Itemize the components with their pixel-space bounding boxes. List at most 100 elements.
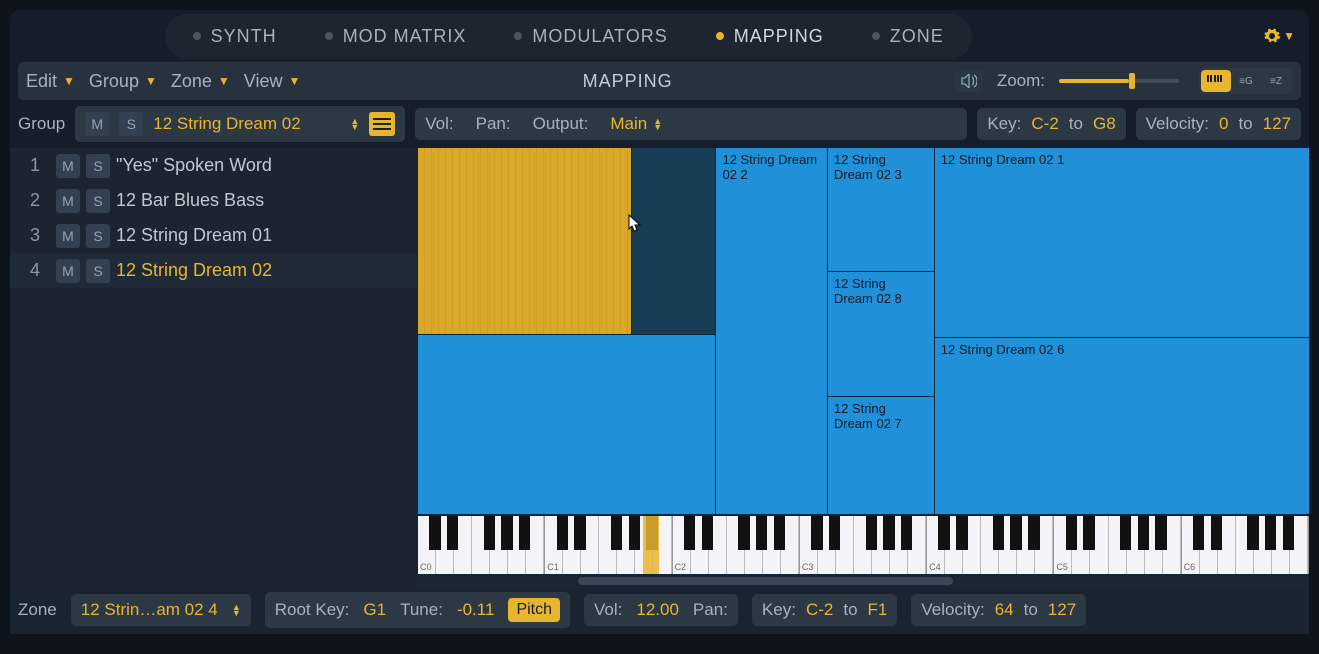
group-solo-button[interactable]: S	[86, 224, 110, 248]
zone-pitch-card: Root Key: G1 Tune: -0.11 Pitch	[265, 592, 570, 628]
octave-label: C1	[547, 562, 559, 572]
zvol-value[interactable]: 12.00	[636, 600, 679, 620]
octave-label: C5	[1056, 562, 1068, 572]
zkey-high[interactable]: F1	[868, 600, 888, 620]
key-low[interactable]: C-2	[1031, 114, 1058, 134]
output-selector[interactable]: Main▲▼	[610, 114, 662, 134]
mapping-editor[interactable]: 12 String Dream 02 2 12 String Dream 02 3…	[418, 148, 1309, 586]
zone-block-label: 12 String Dream 02 8	[834, 276, 902, 306]
stepper-icon[interactable]: ▲▼	[232, 604, 241, 616]
octave[interactable]: C6	[1182, 516, 1309, 574]
tab-mod-matrix[interactable]: MOD MATRIX	[301, 18, 491, 55]
vel-high[interactable]: 127	[1263, 114, 1291, 134]
group-solo-button[interactable]: S	[86, 189, 110, 213]
zvel-high[interactable]: 127	[1048, 600, 1076, 620]
group-mute-button[interactable]: M	[56, 189, 80, 213]
zone-block-label: 12 String Dream 02 6	[941, 342, 1065, 357]
tab-label: MAPPING	[734, 26, 824, 47]
rootkey-value[interactable]: G1	[363, 600, 386, 620]
group-mute-button[interactable]: M	[56, 154, 80, 178]
tune-label: Tune:	[400, 600, 443, 620]
tab-dot-icon	[716, 32, 724, 40]
mapping-toolbar: Edit▼ Group▼ Zone▼ View▼ MAPPING Zoom: ≡…	[18, 62, 1301, 100]
zone-map[interactable]: 12 String Dream 02 2 12 String Dream 02 3…	[418, 148, 1309, 514]
zone-menu[interactable]: Zone▼	[171, 71, 230, 92]
group-solo-button[interactable]: S	[119, 112, 143, 136]
zvel-low[interactable]: 64	[995, 600, 1014, 620]
tune-value[interactable]: -0.11	[457, 600, 495, 620]
view-menu[interactable]: View▼	[244, 71, 301, 92]
group-list-view-button[interactable]: ≡G	[1231, 70, 1261, 92]
speaker-icon	[961, 74, 977, 88]
vel-low[interactable]: 0	[1219, 114, 1228, 134]
audition-button[interactable]	[955, 70, 983, 92]
zkey-label: Key:	[762, 600, 796, 620]
zone-block[interactable]: 12 String Dream 02 6	[935, 338, 1309, 514]
keyboard-view-button[interactable]	[1201, 70, 1231, 92]
zone-block[interactable]	[418, 148, 632, 335]
h-scrollbar[interactable]	[418, 576, 1309, 586]
vol-label[interactable]: Vol:	[425, 114, 453, 134]
zone-block[interactable]	[418, 335, 716, 514]
octave-label: C6	[1184, 562, 1196, 572]
zone-block[interactable]: 12 String Dream 02 1	[935, 148, 1309, 338]
panel-title: MAPPING	[314, 71, 940, 92]
group-solo-button[interactable]: S	[86, 154, 110, 178]
octave-label: C3	[802, 562, 814, 572]
zone-block-label: 12 String Dream 02 2	[722, 152, 817, 182]
group-row[interactable]: 4MS 12 String Dream 02	[10, 253, 418, 288]
zone-selector[interactable]: 12 Strin…am 02 4 ▲▼	[71, 594, 251, 626]
octave[interactable]: C2	[673, 516, 800, 574]
group-solo-button[interactable]: S	[86, 259, 110, 283]
group-row-name: 12 String Dream 02	[116, 260, 408, 281]
edit-menu[interactable]: Edit▼	[26, 71, 75, 92]
view-mode-switch: ≡G ≡Z	[1199, 68, 1293, 94]
group-list-icon[interactable]	[369, 112, 395, 136]
zone-list-view-button[interactable]: ≡Z	[1261, 70, 1291, 92]
zpan-label[interactable]: Pan:	[693, 600, 728, 620]
zone-block[interactable]	[632, 148, 717, 335]
group-mute-button[interactable]: M	[85, 112, 109, 136]
octave[interactable]: C0	[418, 516, 545, 574]
zkey-low[interactable]: C-2	[806, 600, 833, 620]
keyboard-ruler[interactable]: C0C1 C2C3 C4 C5 C6	[418, 516, 1309, 574]
group-mix-card: Vol: Pan: Output: Main▲▼	[415, 108, 967, 140]
main-area: 1MS"Yes" Spoken Word2MS12 Bar Blues Bass…	[10, 148, 1309, 586]
group-menu[interactable]: Group▼	[89, 71, 157, 92]
settings-menu[interactable]: ▼	[1263, 27, 1295, 45]
top-tabbar: SYNTHMOD MATRIXMODULATORS MAPPING ZONE ▼	[10, 10, 1309, 62]
group-row-name: "Yes" Spoken Word	[116, 155, 408, 176]
tab-synth[interactable]: SYNTH	[169, 18, 301, 55]
group-mute-button[interactable]: M	[56, 259, 80, 283]
group-row-name: 12 Bar Blues Bass	[116, 190, 408, 211]
pan-label[interactable]: Pan:	[476, 114, 511, 134]
group-selector[interactable]: M S 12 String Dream 02 ▲▼	[75, 106, 405, 142]
group-mute-button[interactable]: M	[56, 224, 80, 248]
tab-mapping[interactable]: MAPPING	[692, 18, 848, 55]
octave-label: C4	[929, 562, 941, 572]
zone-block-label: 12 String Dream 02 1	[941, 152, 1065, 167]
zvol-label: Vol:	[594, 600, 622, 620]
rootkey-highlight	[643, 516, 659, 574]
tab-zone[interactable]: ZONE	[848, 18, 968, 55]
zone-block[interactable]: 12 String Dream 02 2	[716, 148, 827, 514]
group-row[interactable]: 3MS12 String Dream 01	[10, 218, 418, 253]
group-row[interactable]: 1MS"Yes" Spoken Word	[10, 148, 418, 183]
pitch-button[interactable]: Pitch	[508, 598, 560, 622]
group-param-bar: Group M S 12 String Dream 02 ▲▼ Vol: Pan…	[10, 100, 1309, 148]
group-row[interactable]: 2MS12 Bar Blues Bass	[10, 183, 418, 218]
key-high[interactable]: G8	[1093, 114, 1116, 134]
group-index: 4	[20, 260, 50, 281]
vel-label: Velocity:	[1146, 114, 1209, 134]
chevron-down-icon: ▼	[1283, 29, 1295, 43]
zone-block[interactable]: 12 String Dream 02 3	[828, 148, 935, 272]
zone-block[interactable]: 12 String Dream 02 8	[828, 272, 935, 396]
tab-modulators[interactable]: MODULATORS	[490, 18, 691, 55]
stepper-icon[interactable]: ▲▼	[350, 118, 359, 130]
octave[interactable]: C5	[1054, 516, 1181, 574]
octave[interactable]: C4	[927, 516, 1054, 574]
zone-block[interactable]: 12 String Dream 02 7	[828, 397, 935, 514]
zoom-slider[interactable]	[1059, 79, 1179, 83]
key-label: Key:	[987, 114, 1021, 134]
octave[interactable]: C3	[800, 516, 927, 574]
